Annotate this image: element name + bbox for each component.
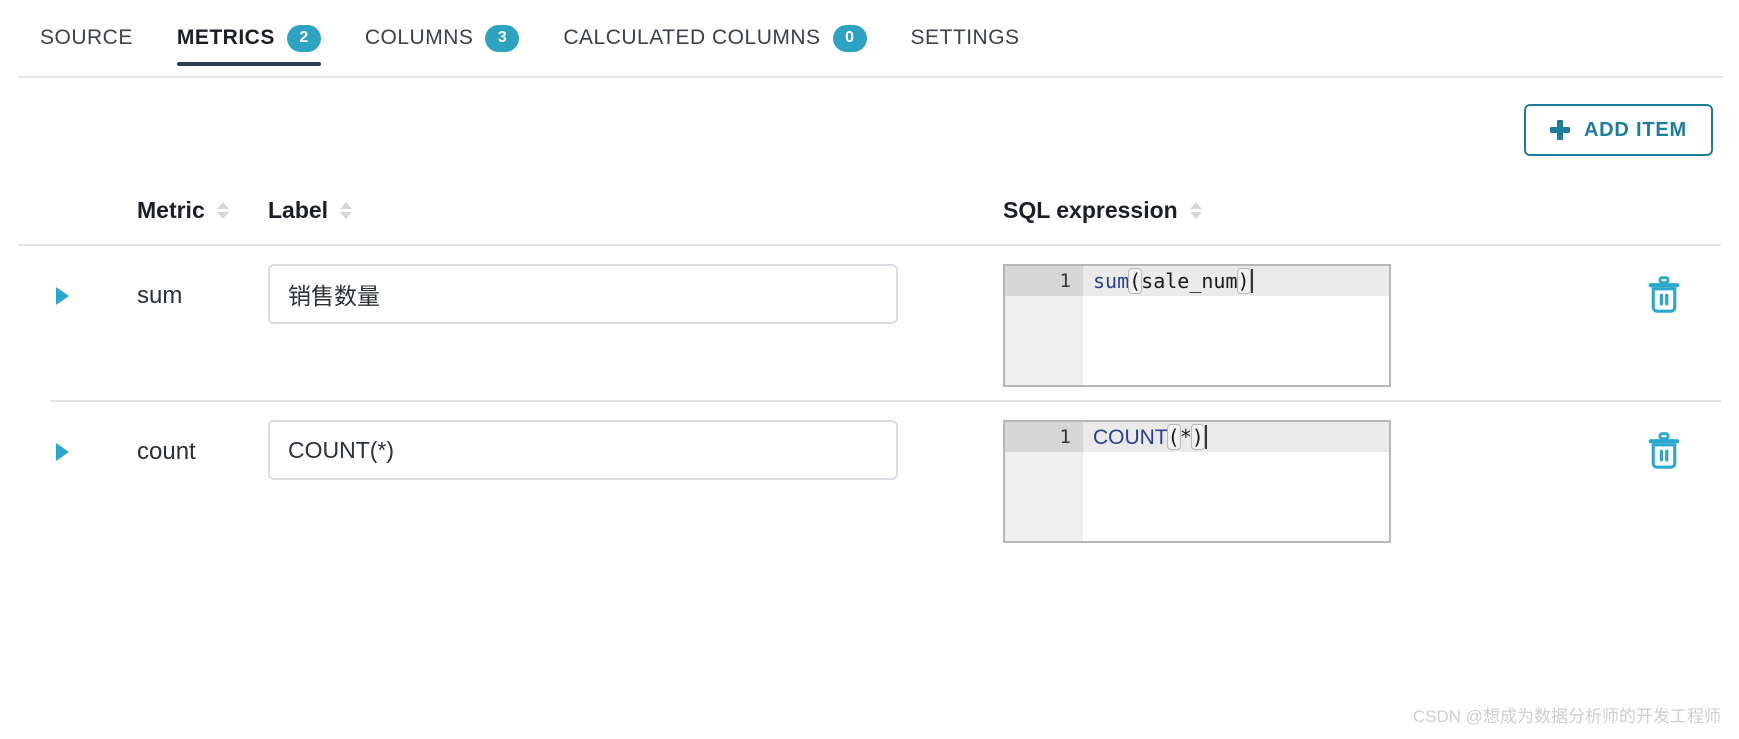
tab-metrics-badge: 2: [286, 24, 321, 52]
row-label-cell: [268, 420, 1003, 480]
editor-empty-area: [1083, 296, 1389, 385]
sql-open-bracket-token: (: [1128, 268, 1143, 294]
trash-icon: [1648, 432, 1680, 469]
editor-line-number: 1: [1059, 270, 1071, 292]
sql-close-bracket-token: ): [1190, 424, 1205, 450]
header-cell-label: Label: [268, 197, 1003, 224]
row-actions-cell: [1589, 264, 1739, 318]
sort-caret-icon: [1189, 201, 1202, 219]
sort-caret-icon: [216, 201, 229, 219]
plus-icon: [1549, 120, 1570, 140]
header-metric-label: Metric: [137, 196, 205, 223]
metrics-editor-page: SOURCE METRICS 2 COLUMNS 3 CALCULATED CO…: [0, 0, 1739, 739]
sort-sql-expression-button[interactable]: SQL expression: [1003, 197, 1202, 224]
sort-label-button[interactable]: Label: [268, 196, 353, 224]
tab-metrics[interactable]: METRICS 2: [155, 0, 343, 76]
tab-settings-label: SETTINGS: [910, 26, 1020, 49]
row-sql-cell: 1 COUNT(*): [1003, 420, 1589, 543]
editor-code-line: COUNT(*): [1093, 422, 1207, 452]
row-sql-cell: 1 sum(sale_num): [1003, 264, 1589, 387]
editor-code-line: sum(sale_num): [1093, 266, 1253, 296]
tab-calculated-columns[interactable]: CALCULATED COLUMNS 0: [541, 0, 888, 76]
active-tab-indicator: [176, 62, 321, 66]
tab-calculated-columns-label: CALCULATED COLUMNS: [563, 26, 821, 49]
editor-empty-area: [1083, 452, 1389, 541]
tab-source-label: SOURCE: [40, 26, 133, 49]
row-actions-cell: [1589, 420, 1739, 474]
text-cursor: [1250, 269, 1253, 293]
add-item-label: ADD ITEM: [1583, 118, 1687, 141]
header-cell-sql-expression: SQL expression: [1003, 197, 1589, 224]
metric-name: count: [137, 438, 196, 465]
tab-columns-label: COLUMNS: [364, 26, 474, 49]
dataset-editor-tabs: SOURCE METRICS 2 COLUMNS 3 CALCULATED CO…: [0, 0, 1739, 78]
tab-columns[interactable]: COLUMNS 3: [343, 0, 542, 76]
csdn-watermark: CSDN @想成为数据分析师的开发工程师: [1412, 707, 1721, 726]
sql-open-bracket-token: (: [1166, 424, 1181, 450]
text-cursor: [1204, 425, 1207, 449]
tab-metrics-label: METRICS: [176, 26, 275, 49]
trash-icon: [1648, 276, 1680, 313]
sql-function-token: sum: [1093, 269, 1130, 293]
label-input[interactable]: [268, 264, 898, 324]
header-sql-expression-label: SQL expression: [1003, 196, 1178, 223]
triangle-right-icon[interactable]: [56, 439, 82, 465]
row-metric-cell: count: [0, 420, 268, 484]
table-toolbar: ADD ITEM: [0, 78, 1739, 174]
row-label-cell: [268, 264, 1003, 324]
sql-argument-token: sale_num: [1141, 269, 1238, 293]
table-header-row: Metric Label SQL expression: [0, 174, 1739, 246]
delete-metric-button[interactable]: [1641, 428, 1687, 474]
sql-argument-token: *: [1179, 425, 1192, 449]
metrics-table: Metric Label SQL expression sum 销售数量 1 s…: [0, 174, 1739, 558]
header-cell-metric: Metric: [0, 197, 268, 224]
sort-metric-button[interactable]: Metric: [137, 197, 229, 224]
sql-expression-editor[interactable]: 1 COUNT(*): [1003, 420, 1391, 543]
header-label-label: Label: [268, 196, 329, 223]
tab-calculated-columns-badge: 0: [832, 24, 867, 52]
sql-close-bracket-token: ): [1236, 268, 1251, 294]
table-row: count 1 COUNT(*): [0, 402, 1739, 558]
table-row: sum 1 sum(sale_num): [0, 246, 1739, 402]
tab-source[interactable]: SOURCE: [18, 0, 155, 76]
sort-caret-icon: [340, 201, 353, 219]
row-metric-cell: sum: [0, 264, 268, 328]
label-input[interactable]: [268, 420, 898, 480]
tab-settings[interactable]: SETTINGS: [889, 0, 1042, 76]
tab-columns-badge: 3: [485, 24, 520, 52]
sql-function-token: COUNT: [1093, 426, 1168, 449]
sql-expression-editor[interactable]: 1 sum(sale_num): [1003, 264, 1391, 387]
metric-name: sum: [137, 282, 183, 309]
editor-line-number: 1: [1059, 426, 1071, 448]
add-item-button[interactable]: ADD ITEM: [1523, 104, 1713, 156]
triangle-right-icon[interactable]: [56, 283, 82, 309]
delete-metric-button[interactable]: [1641, 272, 1687, 318]
